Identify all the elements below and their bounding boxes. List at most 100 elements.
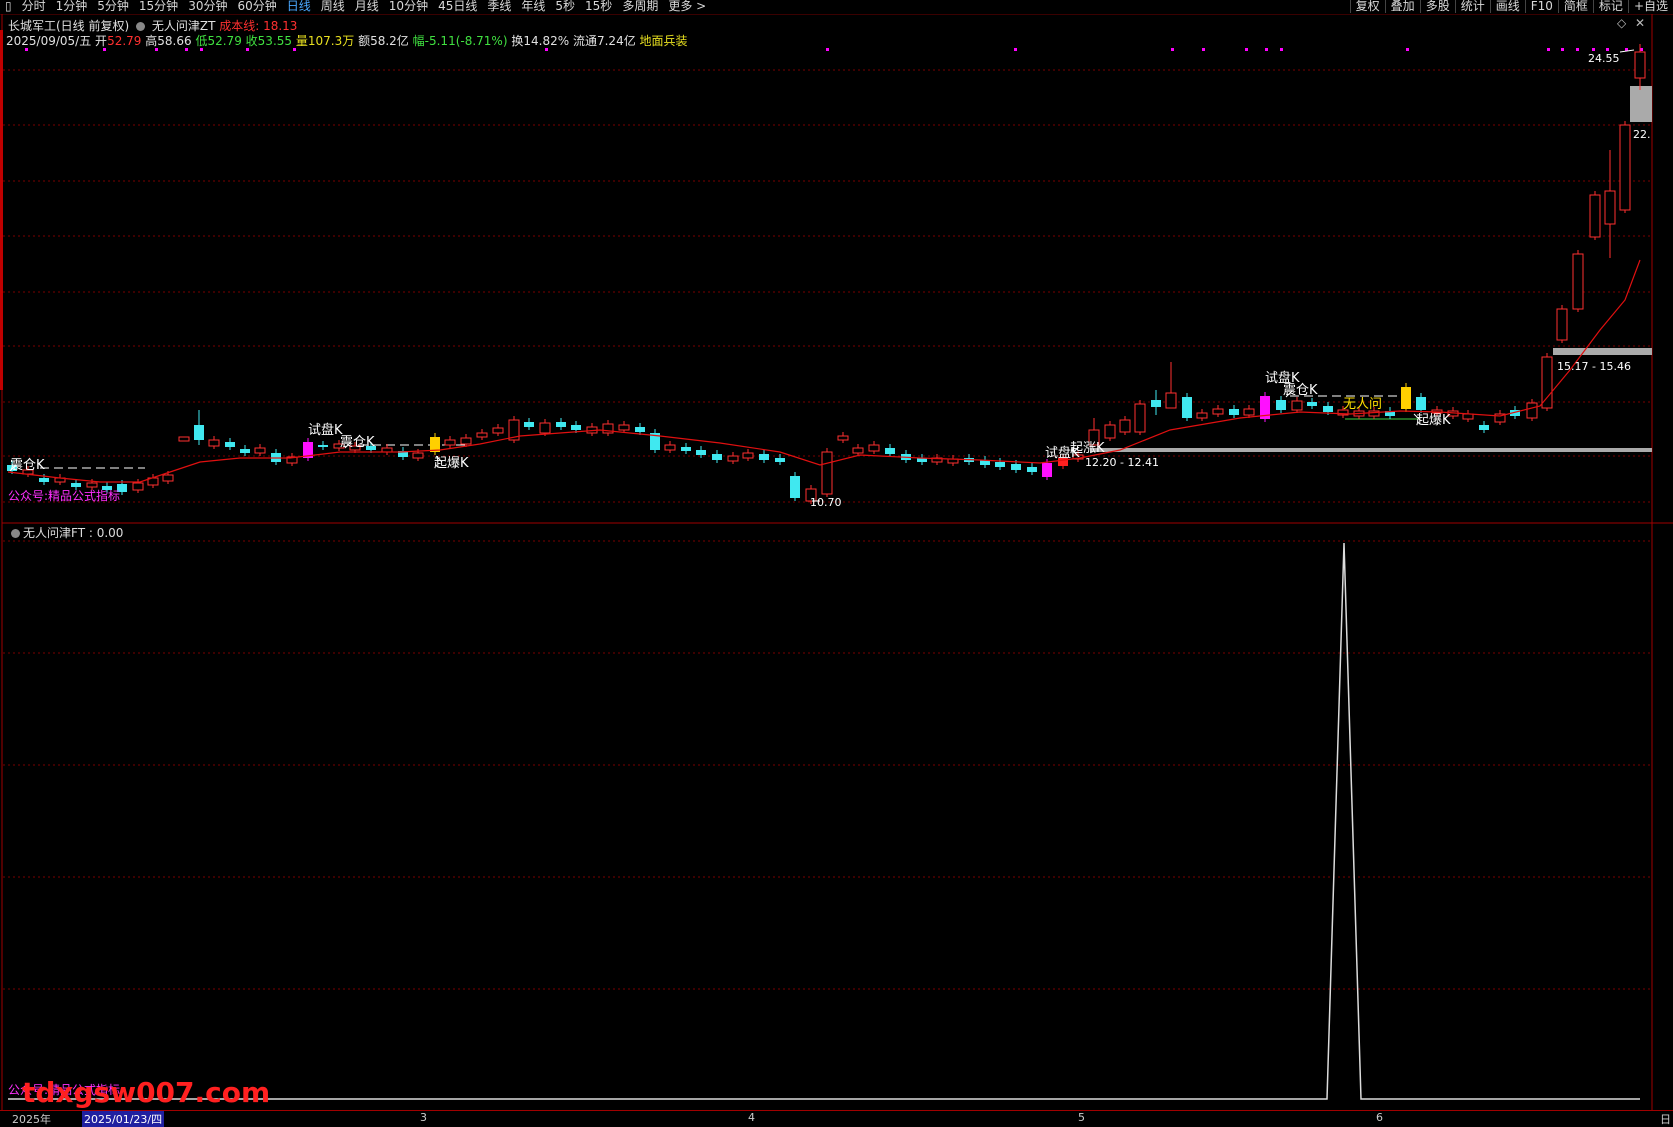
signal-dot-12 (1245, 48, 1248, 51)
signal-dot-10 (1171, 48, 1174, 51)
candle-body-99 (1556, 308, 1568, 341)
candle-body-48 (759, 454, 769, 460)
axis-label-6: 6 (1376, 1111, 1383, 1124)
candle-body-77 (1212, 408, 1224, 415)
candle-body-45 (712, 454, 722, 460)
candle-body-54 (852, 447, 864, 454)
candle-body-100 (1572, 253, 1584, 310)
label-shipan-1: 试盘K (308, 422, 343, 438)
signal-dot-19 (1592, 48, 1595, 51)
indicator-title-text: 无人问津FT : 0.00 (23, 526, 124, 540)
candle-body-74 (1165, 392, 1177, 409)
label-price-22: 22. (1633, 128, 1651, 141)
signal-dot-6 (293, 48, 296, 51)
candle-body-44 (696, 450, 706, 455)
candle-body-102 (1604, 190, 1616, 225)
signal-dot-2 (155, 48, 158, 51)
candle-body-72 (1134, 403, 1146, 433)
candle-body-4 (71, 483, 81, 487)
candle-body-31 (492, 427, 504, 434)
candle-body-39 (618, 424, 630, 431)
signal-dot-11 (1202, 48, 1205, 51)
time-axis: 2025年 2025/01/23/四 3 4 5 6 日 (0, 1110, 1673, 1127)
candle-body-76 (1196, 412, 1208, 419)
signal-dot-20 (1606, 48, 1609, 51)
signal-dot-0 (25, 48, 28, 51)
candle-body-16 (254, 447, 266, 454)
signal-dot-9 (1014, 48, 1017, 51)
axis-label-cursor-date: 2025/01/23/四 (82, 1111, 165, 1127)
candle-body-14 (225, 442, 235, 447)
support-band-2 (1553, 348, 1652, 355)
candle-body-8 (132, 482, 144, 491)
label-qibao-1: 起爆K (434, 456, 469, 471)
diamond-icon[interactable]: ◇ (1617, 16, 1627, 30)
label-range-1: 12.20 - 12.41 (1085, 456, 1159, 469)
label-cangk-3: 震仓K (1283, 383, 1318, 398)
signal-dot-17 (1561, 48, 1564, 51)
candle-body-89 (1401, 387, 1411, 409)
candle-body-13 (208, 439, 220, 447)
candle-body-36 (571, 425, 581, 430)
candle-body-30 (476, 432, 488, 438)
resistance-block (1630, 86, 1652, 122)
signal-dot-18 (1576, 48, 1579, 51)
candle-body-97 (1526, 402, 1538, 419)
candle-body-49 (775, 458, 785, 462)
chart-grid (3, 69, 1652, 990)
indicator-settings-icon[interactable] (11, 529, 20, 538)
candle-body-103 (1619, 124, 1631, 211)
candle-body-90 (1416, 397, 1426, 410)
signal-dot-7 (545, 48, 548, 51)
arrows (9, 49, 1635, 502)
candle-body-70 (1104, 424, 1116, 439)
candle-body-104 (1634, 51, 1646, 79)
candle-body-34 (539, 422, 551, 434)
signal-dot-5 (246, 48, 249, 51)
candle-body-50 (790, 476, 800, 498)
label-qizhang: 起涨K (1070, 441, 1105, 456)
candle-body-2 (39, 478, 49, 482)
signal-dot-3 (185, 48, 188, 51)
candle-body-82 (1291, 400, 1303, 411)
candle-body-98 (1541, 356, 1553, 409)
signal-dot-13 (1265, 48, 1268, 51)
axis-label-5: 5 (1078, 1111, 1085, 1124)
candle-body-65 (1027, 467, 1037, 472)
candle-body-52 (821, 451, 833, 495)
label-range-2: 15.17 - 15.46 (1557, 360, 1631, 373)
candle-body-29 (460, 437, 472, 445)
signal-dot-4 (200, 48, 203, 51)
candle-body-11 (178, 436, 190, 442)
indicator-line (8, 542, 1640, 1100)
candle-body-84 (1323, 406, 1333, 412)
axis-label-year: 2025年 (12, 1113, 51, 1126)
close-icon[interactable]: ✕ (1635, 16, 1645, 30)
candle-body-15 (240, 449, 250, 453)
signal-dot-16 (1547, 48, 1550, 51)
label-wurenwen: 无人问 (1343, 397, 1382, 412)
candle-body-83 (1307, 402, 1317, 406)
candle-body-10 (162, 474, 174, 482)
candle-body-35 (556, 422, 566, 427)
signal-dot-14 (1280, 48, 1283, 51)
signal-dot-15 (1406, 48, 1409, 51)
label-low-1070: 10.70 (810, 496, 842, 509)
signal-dot-8 (826, 48, 829, 51)
candle-body-55 (868, 444, 880, 452)
kline-chart[interactable]: 震仓K 试盘K 震仓K 起爆K 10.70 试盘K 起涨K 12.20 - 12… (0, 0, 1673, 1110)
candle-body-101 (1589, 194, 1601, 238)
axis-label-3: 3 (420, 1111, 427, 1124)
label-pubtext-upper: 公众号:精品公式指标 (8, 488, 120, 503)
signal-dot-1 (103, 48, 106, 51)
candle-body-75 (1182, 397, 1192, 418)
candle-body-66 (1042, 463, 1052, 477)
candle-body-12 (194, 425, 204, 440)
support-band-1 (1090, 448, 1652, 452)
candle-body-20 (318, 445, 328, 447)
candle-body-46 (727, 455, 739, 462)
candle-body-43 (681, 447, 691, 451)
candle-body-78 (1229, 409, 1239, 415)
left-red-bar (0, 30, 3, 390)
candle-body-94 (1479, 425, 1489, 430)
